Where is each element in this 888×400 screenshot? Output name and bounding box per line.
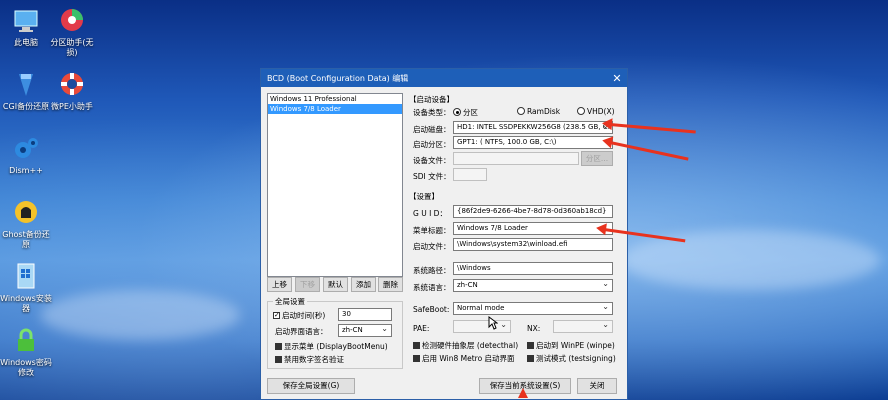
browse-partition-button[interactable]: 分区... — [581, 151, 613, 166]
bcd-window: BCD (Boot Configuration Data) 编辑 ✕ Windo… — [260, 68, 628, 400]
guid-input[interactable]: {86f2de9-6266-4be7-8d78-0d360ab18cd} — [453, 205, 613, 218]
testsigning-checkbox[interactable]: 测试模式 (testsigning) — [527, 353, 616, 364]
wallpaper-cloud — [40, 290, 240, 340]
timeout-checkbox[interactable]: 启动时间(秒) — [273, 310, 325, 321]
sdi-file-input[interactable] — [453, 168, 487, 181]
detecthal-checkbox[interactable]: 检测硬件抽象层 (detecthal) — [413, 340, 518, 351]
partition-assistant-icon — [61, 9, 83, 31]
lock-icon — [18, 328, 34, 351]
window-title: BCD (Boot Configuration Data) 编辑 — [267, 73, 409, 83]
boot-device-title: 【启动设备】 — [409, 95, 454, 104]
system-root-input[interactable]: \Windows — [453, 262, 613, 275]
move-up-button[interactable]: 上移 — [267, 277, 292, 292]
annotation-arrow-up — [518, 388, 528, 398]
checkbox-checked-icon[interactable] — [275, 356, 282, 363]
window-titlebar[interactable]: BCD (Boot Configuration Data) 编辑 ✕ — [261, 69, 627, 87]
boot-file-label: 启动文件： — [413, 242, 451, 251]
winpe-checkbox[interactable]: 启动到 WinPE (winpe) — [527, 340, 615, 351]
radio-selected-icon[interactable] — [453, 108, 461, 116]
safeboot-select[interactable]: Normal mode — [453, 302, 613, 315]
desktop-icon-wepe[interactable]: 微PE小助手 — [46, 70, 98, 112]
radio-vhd[interactable]: VHD(X) — [577, 107, 615, 116]
close-button[interactable]: 关闭 — [577, 378, 617, 394]
boot-file-input[interactable]: \Windows\system32\winload.efi — [453, 238, 613, 251]
desktop-icon-cgi[interactable]: CGI备份还原 — [0, 70, 52, 112]
radio-partition[interactable]: 分区 — [453, 107, 478, 118]
no-integrity-checkbox[interactable]: 禁用数字签名验证 — [275, 354, 344, 365]
boot-lang-select[interactable]: zh-CN — [338, 324, 392, 337]
device-file-input[interactable] — [453, 152, 579, 165]
nx-select[interactable] — [553, 320, 613, 333]
safeboot-label: SafeBoot: — [413, 305, 450, 314]
cgi-backup-icon — [19, 74, 33, 96]
guid-label: G U I D： — [413, 209, 447, 218]
system-lang-select[interactable]: zh-CN — [453, 279, 613, 292]
device-file-label: 设备文件： — [413, 156, 451, 165]
desktop-icon-partition-assistant[interactable]: 分区助手(无损) — [46, 6, 98, 58]
metro-checkbox[interactable]: 启用 Win8 Metro 启动界面 — [413, 353, 515, 364]
device-type-label: 设备类型： — [413, 108, 451, 117]
checkbox-checked-icon[interactable] — [527, 355, 534, 362]
boot-disk-label: 启动磁盘： — [413, 125, 451, 134]
add-button[interactable]: 添加 — [351, 277, 376, 292]
windows-installer-icon — [17, 263, 35, 289]
radio-icon[interactable] — [577, 107, 585, 115]
default-button[interactable]: 默认 — [323, 277, 348, 292]
close-icon[interactable]: ✕ — [607, 72, 627, 85]
radio-ramdisk[interactable]: RamDisk — [517, 107, 560, 116]
checkbox-checked-icon[interactable] — [413, 342, 420, 349]
checkbox-checked-icon[interactable] — [413, 355, 420, 362]
desktop-icon-dism[interactable]: Dism++ — [0, 134, 52, 176]
radio-icon[interactable] — [517, 107, 525, 115]
boot-partition-label: 启动分区： — [413, 140, 451, 149]
desktop-icon-windows-installer[interactable]: Windows安装器 — [0, 262, 52, 314]
checkbox-checked-icon[interactable] — [527, 342, 534, 349]
lifebuoy-icon — [61, 73, 83, 95]
list-item-selected[interactable]: Windows 7/8 Loader — [268, 104, 402, 114]
boot-lang-label: 启动界面语言： — [275, 327, 328, 336]
computer-icon — [14, 10, 38, 32]
mouse-cursor-icon — [488, 316, 498, 330]
menu-title-input[interactable]: Windows 7/8 Loader — [453, 222, 613, 235]
display-menu-checkbox[interactable]: 显示菜单 (DisplayBootMenu) — [275, 341, 388, 352]
gear-icon — [15, 138, 38, 158]
pae-label: PAE: — [413, 324, 430, 333]
save-global-button[interactable]: 保存全局设置(G) — [267, 378, 355, 394]
boot-entry-list[interactable]: Windows 11 Professional Windows 7/8 Load… — [267, 93, 403, 277]
timeout-input[interactable]: 30 — [338, 308, 392, 321]
sdi-file-label: SDI 文件： — [413, 172, 451, 181]
settings-title: 【设置】 — [409, 192, 439, 201]
desktop-icon-ghost[interactable]: Ghost备份还原 — [0, 198, 52, 250]
checkbox-checked-icon[interactable] — [273, 312, 280, 319]
move-down-button[interactable]: 下移 — [295, 277, 320, 292]
system-lang-label: 系统语言： — [413, 283, 451, 292]
desktop-icon-windows-password[interactable]: Windows密码修改 — [0, 326, 52, 378]
global-settings-title: 全局设置 — [273, 296, 307, 307]
system-root-label: 系统路径： — [413, 266, 451, 275]
list-item[interactable]: Windows 11 Professional — [268, 94, 402, 104]
nx-label: NX: — [527, 324, 541, 333]
delete-button[interactable]: 删除 — [378, 277, 403, 292]
menu-title-label: 菜单标题： — [413, 226, 451, 235]
checkbox-checked-icon[interactable] — [275, 343, 282, 350]
boot-partition-select[interactable]: GPT1: ( NTFS, 100.0 GB, C:\) — [453, 136, 613, 149]
desktop-icon-this-pc[interactable]: 此电脑 — [0, 6, 52, 48]
ghost-icon — [15, 201, 37, 223]
boot-disk-select[interactable]: HD1: INTEL SSDPEKKW256G8 (238.5 GB, C: D… — [453, 121, 613, 134]
pae-select[interactable] — [453, 320, 511, 333]
wallpaper-cloud — [620, 230, 880, 290]
